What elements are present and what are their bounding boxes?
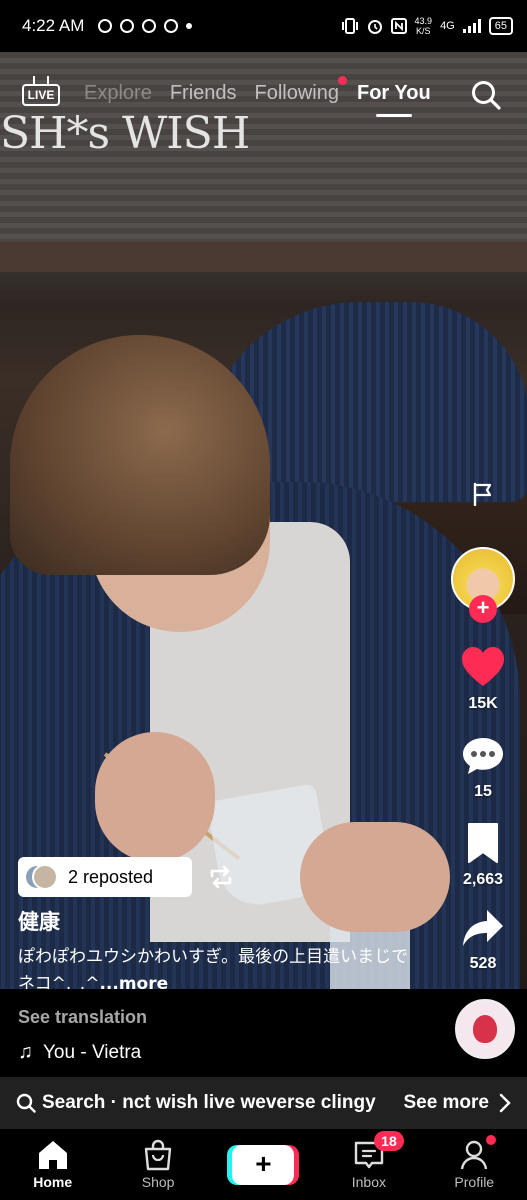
nfc-icon — [390, 18, 407, 34]
messenger-icon — [142, 19, 157, 33]
share-arrow-icon — [463, 910, 503, 946]
creator-avatar[interactable]: + — [451, 547, 515, 623]
heart-icon — [462, 647, 504, 686]
like-count: 15K — [468, 695, 498, 712]
battery-indicator: 65 — [488, 17, 513, 35]
home-icon — [38, 1141, 67, 1169]
avatar — [32, 864, 58, 890]
see-translation-link[interactable]: See translation — [18, 1007, 147, 1028]
live-button[interactable]: LIVE — [22, 76, 60, 106]
top-nav: Explore Friends Following For You — [84, 76, 431, 117]
search-icon — [16, 1093, 36, 1113]
save-button[interactable]: 2,663 — [452, 822, 514, 889]
video-watermark: SH*s WISH — [0, 108, 250, 159]
nav-shop[interactable]: Shop — [105, 1129, 210, 1190]
strawberry-icon — [473, 1015, 497, 1043]
nav-create[interactable]: + — [211, 1129, 316, 1185]
comment-button[interactable]: 15 — [452, 736, 514, 801]
tab-following[interactable]: Following — [255, 76, 347, 105]
report-flag-icon[interactable] — [472, 482, 494, 506]
share-button[interactable]: 528 — [452, 908, 514, 973]
repost-text: 2 reposted — [68, 866, 154, 887]
vibrate-icon — [341, 18, 358, 34]
see-more-link[interactable]: See more — [403, 1092, 511, 1114]
music-note-icon: ♫ — [18, 1041, 33, 1063]
chat-icon — [120, 19, 135, 33]
share-count: 528 — [469, 955, 497, 972]
following-notification-dot — [338, 76, 347, 85]
follow-plus-icon[interactable]: + — [469, 595, 497, 623]
comment-count: 15 — [474, 783, 492, 800]
search-icon[interactable] — [470, 79, 502, 111]
create-icon: + — [232, 1145, 295, 1185]
live-label: LIVE — [22, 84, 60, 106]
bookmark-icon — [468, 823, 498, 863]
profile-icon — [461, 1140, 488, 1170]
nav-home[interactable]: Home — [0, 1129, 105, 1190]
reposted-by-pill[interactable]: 2 reposted — [18, 857, 192, 897]
more-notifications-icon — [186, 23, 193, 29]
net-speed: 43.9 K/S — [414, 16, 433, 36]
facebook-icon — [98, 19, 113, 33]
save-count: 2,663 — [462, 871, 504, 888]
tab-explore[interactable]: Explore — [84, 82, 152, 105]
video-player[interactable] — [0, 52, 527, 989]
music-disc[interactable] — [455, 999, 515, 1059]
nav-profile[interactable]: Profile — [422, 1129, 527, 1190]
signal-icon — [462, 19, 481, 33]
status-time: 4:22 AM — [22, 16, 85, 35]
bottom-nav: Home Shop + 18 Inbox Profile — [0, 1129, 527, 1200]
music-title: You - Vietra — [43, 1041, 142, 1063]
related-search-query: Search · nct wish live weverse clingy — [42, 1092, 376, 1113]
repost-icon[interactable] — [207, 864, 235, 890]
tab-for-you[interactable]: For You — [357, 82, 431, 117]
creator-username[interactable]: 健康 — [18, 906, 60, 936]
nav-inbox[interactable]: 18 Inbox — [316, 1129, 421, 1190]
message-icon — [164, 19, 179, 33]
related-search-bar[interactable]: Search · nct wish live weverse clingy Se… — [0, 1077, 527, 1129]
network-type: 4G — [440, 20, 455, 32]
profile-notification-dot — [485, 1135, 496, 1145]
status-bar: 4:22 AM 43.9 K/S 4G 65 — [0, 0, 527, 52]
alarm-icon — [367, 20, 382, 34]
inbox-badge: 18 — [374, 1131, 404, 1151]
music-track[interactable]: ♫ You - Vietra — [18, 1041, 141, 1064]
shop-icon — [144, 1139, 172, 1171]
repost-avatars — [24, 864, 58, 890]
comment-icon — [463, 738, 503, 774]
chevron-right-icon — [499, 1093, 511, 1113]
tab-friends[interactable]: Friends — [170, 82, 237, 105]
like-button[interactable]: 15K — [452, 646, 514, 713]
